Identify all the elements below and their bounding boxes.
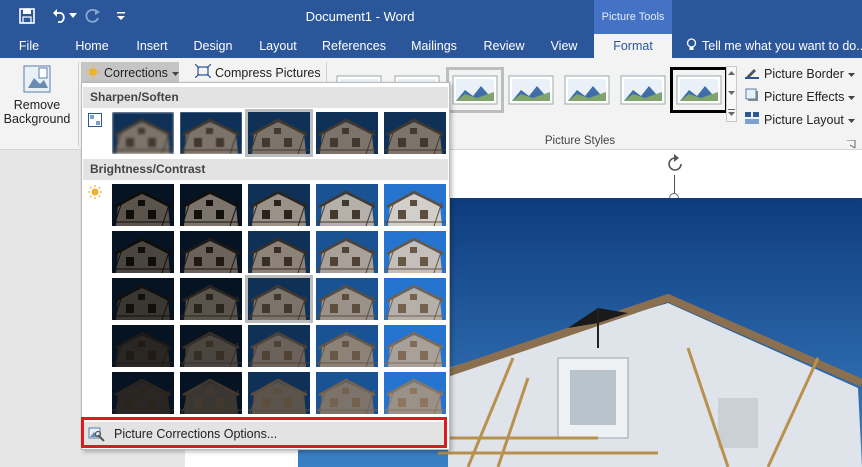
picture-style-thumbnail[interactable] (505, 70, 557, 110)
corrections-icon (86, 64, 100, 82)
brightness-thumbnail[interactable] (245, 275, 313, 323)
brightness-thumbnail[interactable] (180, 278, 242, 320)
tab-insert[interactable]: Insert (126, 34, 178, 58)
brightness-thumbnail[interactable] (248, 184, 310, 226)
tab-design[interactable]: Design (186, 34, 240, 58)
picture-effects-label: Picture Effects (764, 89, 845, 104)
brightness-thumbnail[interactable] (112, 278, 174, 320)
ribbon-separator (78, 62, 79, 146)
brightness-thumbnail[interactable] (316, 184, 378, 226)
brightness-thumbnail[interactable] (316, 325, 378, 367)
corrections-options-label: Picture Corrections Options... (114, 427, 278, 441)
picture-style-thumbnail[interactable] (617, 70, 669, 110)
brightness-thumbnail[interactable] (112, 372, 174, 414)
brightness-thumbnail[interactable] (112, 325, 174, 367)
picture-border-icon (745, 65, 759, 82)
remove-background-label-2: Background (3, 112, 71, 126)
remove-background-icon (22, 64, 52, 94)
tab-layout[interactable]: Layout (250, 34, 306, 58)
tab-view[interactable]: View (542, 34, 586, 58)
tab-mailings[interactable]: Mailings (402, 34, 466, 58)
picture-layout-icon (745, 111, 759, 128)
picture-tools-header: Picture Tools (594, 0, 672, 34)
rotate-handle-icon[interactable] (664, 153, 686, 178)
brightness-thumbnail[interactable] (316, 278, 378, 320)
brightness-thumbnail[interactable] (248, 231, 310, 273)
compress-label: Compress Pictures (215, 65, 321, 80)
chevron-down-icon (171, 66, 179, 80)
brightness-thumbnail[interactable] (248, 372, 310, 414)
picture-style-thumbnail[interactable] (561, 70, 613, 110)
brightness-thumbnail[interactable] (384, 278, 446, 320)
remove-background-label-1: Remove (13, 98, 61, 112)
corrections-dropdown: Sharpen/Soften Brightness/Contrast Pictu… (81, 82, 450, 450)
compress-icon (194, 63, 212, 81)
sharpen-thumbnail[interactable] (180, 112, 242, 154)
remove-background-button[interactable]: Remove Background (2, 64, 72, 142)
brightness-thumbnail[interactable] (112, 184, 174, 226)
brightness-thumbnail[interactable] (316, 231, 378, 273)
tell-me-text: Tell me what you want to do... (702, 39, 862, 53)
brightness-thumbnail[interactable] (384, 372, 446, 414)
chevron-down-icon (848, 90, 856, 104)
brightness-thumbnail[interactable] (384, 184, 446, 226)
picture-border-label: Picture Border (764, 66, 844, 81)
brightness-thumbnail[interactable] (180, 325, 242, 367)
brightness-icon (88, 185, 102, 202)
corrections-options-icon (88, 426, 106, 445)
sharpen-thumbnail[interactable] (245, 109, 313, 157)
chevron-down-icon (847, 113, 855, 127)
rotate-handle-line (674, 175, 675, 195)
tab-review[interactable]: Review (476, 34, 532, 58)
sharpen-soften-header: Sharpen/Soften (83, 87, 448, 108)
corrections-button[interactable]: Corrections (81, 62, 179, 84)
tab-references[interactable]: References (318, 34, 390, 58)
picture-style-thumbnail[interactable] (670, 67, 728, 113)
chevron-down-icon (847, 67, 855, 81)
brightness-contrast-header: Brightness/Contrast (83, 159, 448, 180)
brightness-thumbnail[interactable] (180, 372, 242, 414)
brightness-thumbnail[interactable] (112, 231, 174, 273)
picture-effects-button[interactable]: Picture Effects (745, 88, 856, 105)
brightness-thumbnail[interactable] (180, 231, 242, 273)
tab-home[interactable]: Home (66, 34, 118, 58)
sharpen-thumbnail[interactable] (112, 112, 174, 154)
title-bar: Document1 - Word Picture Tools (0, 0, 862, 34)
tell-me-box[interactable]: Tell me what you want to do... (686, 34, 862, 58)
gallery-scroll[interactable] (726, 66, 737, 122)
brightness-thumbnail[interactable] (384, 231, 446, 273)
picture-layout-button[interactable]: Picture Layout (745, 111, 855, 128)
sharpen-thumbnail[interactable] (384, 112, 446, 154)
brightness-thumbnail[interactable] (316, 372, 378, 414)
tab-file[interactable]: File (10, 34, 48, 58)
lightbulb-icon (686, 37, 697, 55)
picture-style-thumbnail[interactable] (446, 67, 504, 113)
brightness-thumbnail[interactable] (180, 184, 242, 226)
picture-effects-icon (745, 88, 759, 105)
sharpen-icon (88, 113, 102, 130)
brightness-thumbnail[interactable] (248, 325, 310, 367)
picture-styles-group-label: Picture Styles (544, 135, 616, 147)
picture-corrections-options-item[interactable]: Picture Corrections Options... (84, 422, 445, 447)
picture-layout-label: Picture Layout (764, 112, 844, 127)
corrections-label: Corrections (104, 66, 168, 80)
picture-border-button[interactable]: Picture Border (745, 65, 855, 82)
sharpen-thumbnail[interactable] (316, 112, 378, 154)
brightness-thumbnail[interactable] (384, 325, 446, 367)
tab-format[interactable]: Format (594, 34, 672, 58)
compress-pictures-button[interactable]: Compress Pictures (194, 63, 321, 81)
